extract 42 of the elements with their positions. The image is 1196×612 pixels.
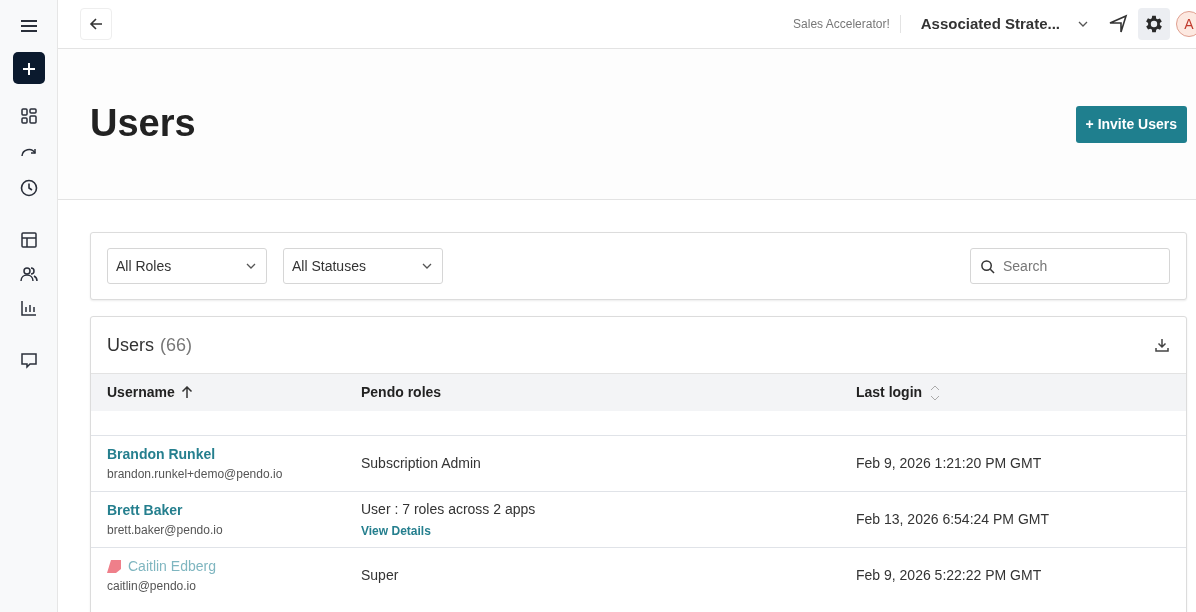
last-login-text: Feb 9, 2026 5:22:22 PM GMT [856, 567, 1042, 583]
column-header[interactable]: Pendo roles [361, 382, 442, 403]
up-arrow-icon[interactable] [180, 386, 193, 399]
chevron-down-icon [422, 263, 432, 269]
plus-icon [21, 62, 36, 77]
role-text: Subscription Admin [361, 454, 482, 473]
user-name-link[interactable]: Brett Baker [107, 500, 183, 521]
account-name[interactable]: Associated Strate... [920, 12, 1060, 36]
page-title: Users [90, 101, 196, 147]
chevron-down-icon[interactable] [1078, 21, 1088, 27]
search-field[interactable]: Search [970, 248, 1170, 284]
layout-icon[interactable] [18, 230, 39, 250]
clock-icon[interactable] [18, 178, 39, 198]
statuses-dropdown[interactable]: All Statuses [283, 248, 443, 284]
user-email: brett.baker@pendo.io [107, 522, 224, 539]
last-login-text: Feb 9, 2026 1:21:20 PM GMT [856, 455, 1042, 471]
search-icon [980, 259, 995, 274]
download-icon[interactable] [1154, 337, 1170, 353]
user-email: caitlin@pendo.io [107, 578, 197, 595]
chat-icon[interactable] [18, 350, 39, 370]
invite-users-button[interactable]: + Invite Users [1075, 105, 1187, 143]
chevron-down-icon [246, 263, 256, 269]
user-count: (66) [160, 333, 193, 357]
add-button[interactable] [12, 52, 45, 84]
tagline: Sales Accelerator! [793, 15, 901, 33]
settings-icon[interactable] [1138, 8, 1170, 40]
role-text: Super [361, 566, 400, 585]
role-text: User : 7 roles across 2 apps [361, 499, 537, 519]
bar-chart-icon[interactable] [18, 298, 39, 318]
avatar[interactable]: A [1176, 11, 1196, 37]
user-name-link[interactable]: Brandon Runkel [107, 444, 216, 465]
user-email: brandon.runkel+demo@pendo.io [107, 466, 284, 483]
back-button[interactable] [80, 8, 112, 40]
last-login-text: Feb 13, 2026 6:54:24 PM GMT [856, 511, 1049, 527]
roles-dropdown[interactable]: All Roles [107, 248, 267, 284]
back-arrow-icon [89, 17, 103, 31]
people-icon[interactable] [18, 264, 39, 284]
column-header[interactable]: Username [107, 382, 175, 403]
grid-icon[interactable] [18, 106, 39, 126]
column-header[interactable]: Last login [856, 382, 923, 403]
view-details-link[interactable]: View Details [361, 521, 431, 540]
table-title: Users [107, 333, 154, 357]
